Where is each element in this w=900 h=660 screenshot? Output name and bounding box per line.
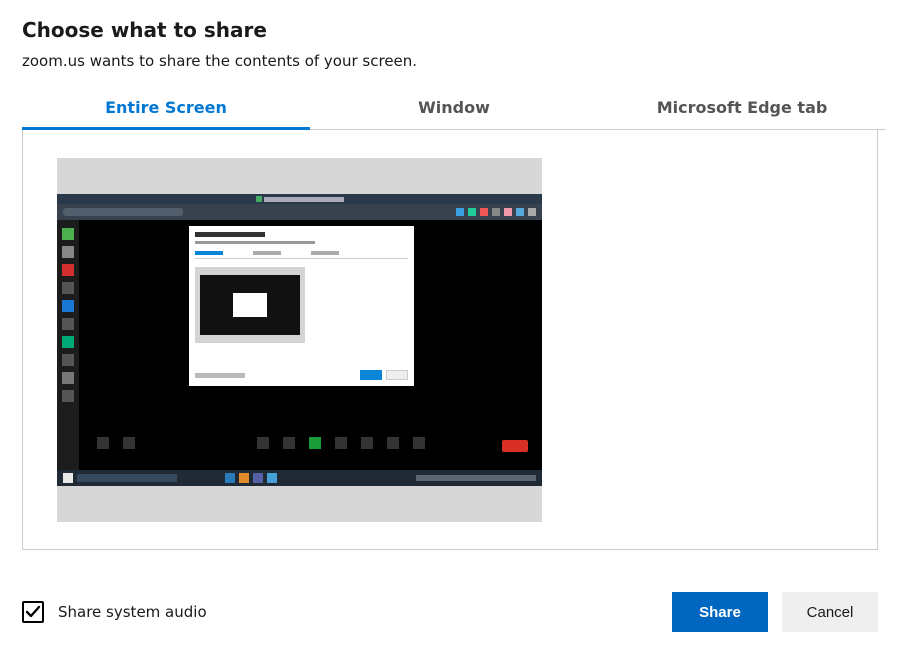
- dialog-footer: Share system audio Share Cancel: [22, 592, 878, 632]
- dialog-subtitle: zoom.us wants to share the contents of y…: [22, 52, 878, 70]
- checkbox-checked-icon: [22, 601, 44, 623]
- screen-thumbnail-image: [57, 194, 542, 486]
- share-audio-label: Share system audio: [58, 603, 207, 621]
- tab-edge-tab[interactable]: Microsoft Edge tab: [598, 88, 886, 129]
- tab-entire-screen[interactable]: Entire Screen: [22, 88, 310, 129]
- screen-thumbnail-1[interactable]: [57, 158, 542, 522]
- share-source-tabs: Entire Screen Window Microsoft Edge tab: [22, 88, 886, 130]
- share-preview-panel: [22, 130, 878, 550]
- share-button[interactable]: Share: [672, 592, 768, 632]
- tab-window[interactable]: Window: [310, 88, 598, 129]
- dialog-title: Choose what to share: [22, 18, 878, 42]
- cancel-button[interactable]: Cancel: [782, 592, 878, 632]
- share-audio-checkbox[interactable]: Share system audio: [22, 601, 207, 623]
